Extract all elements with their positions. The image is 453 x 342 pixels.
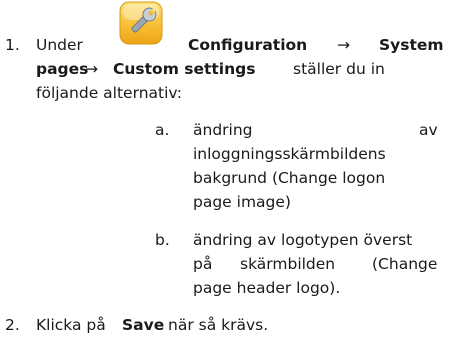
step-1-text: ställer du in	[293, 60, 385, 78]
wrench-settings-icon	[118, 0, 164, 46]
step-1-number: 1.	[5, 36, 20, 54]
sub-a-line: page image)	[193, 193, 291, 211]
step-1-under: Under	[36, 36, 83, 54]
pages-label: pages	[36, 60, 89, 78]
step-2-text: Klicka på	[36, 316, 106, 334]
configuration-label: Configuration	[188, 36, 308, 54]
sub-a-line: inloggningsskärmbildens	[193, 145, 386, 163]
arrow-right-icon: →	[85, 60, 98, 78]
sub-b-line: (Change	[372, 255, 438, 273]
sub-b-line: page header logo).	[193, 279, 341, 297]
arrow-right-icon: →	[337, 36, 350, 54]
sub-b-line: skärmbilden	[240, 255, 336, 273]
system-label: System	[379, 36, 444, 54]
sub-a-line: ändring	[193, 121, 253, 139]
step-2-text-continued: när så krävs.	[168, 316, 269, 334]
sub-b-line: på	[193, 255, 213, 273]
sub-a-line: bakgrund (Change logon	[193, 169, 386, 187]
step-2-number: 2.	[5, 316, 20, 334]
save-label: Save	[122, 316, 165, 334]
sub-a-letter: a.	[155, 121, 170, 139]
custom-settings-label: Custom settings	[113, 60, 256, 78]
sub-a-line: av	[419, 121, 438, 139]
sub-b-line: ändring av logotypen överst	[193, 231, 413, 249]
step-1-text-continued: följande alternativ:	[36, 84, 182, 102]
sub-b-letter: b.	[155, 231, 170, 249]
